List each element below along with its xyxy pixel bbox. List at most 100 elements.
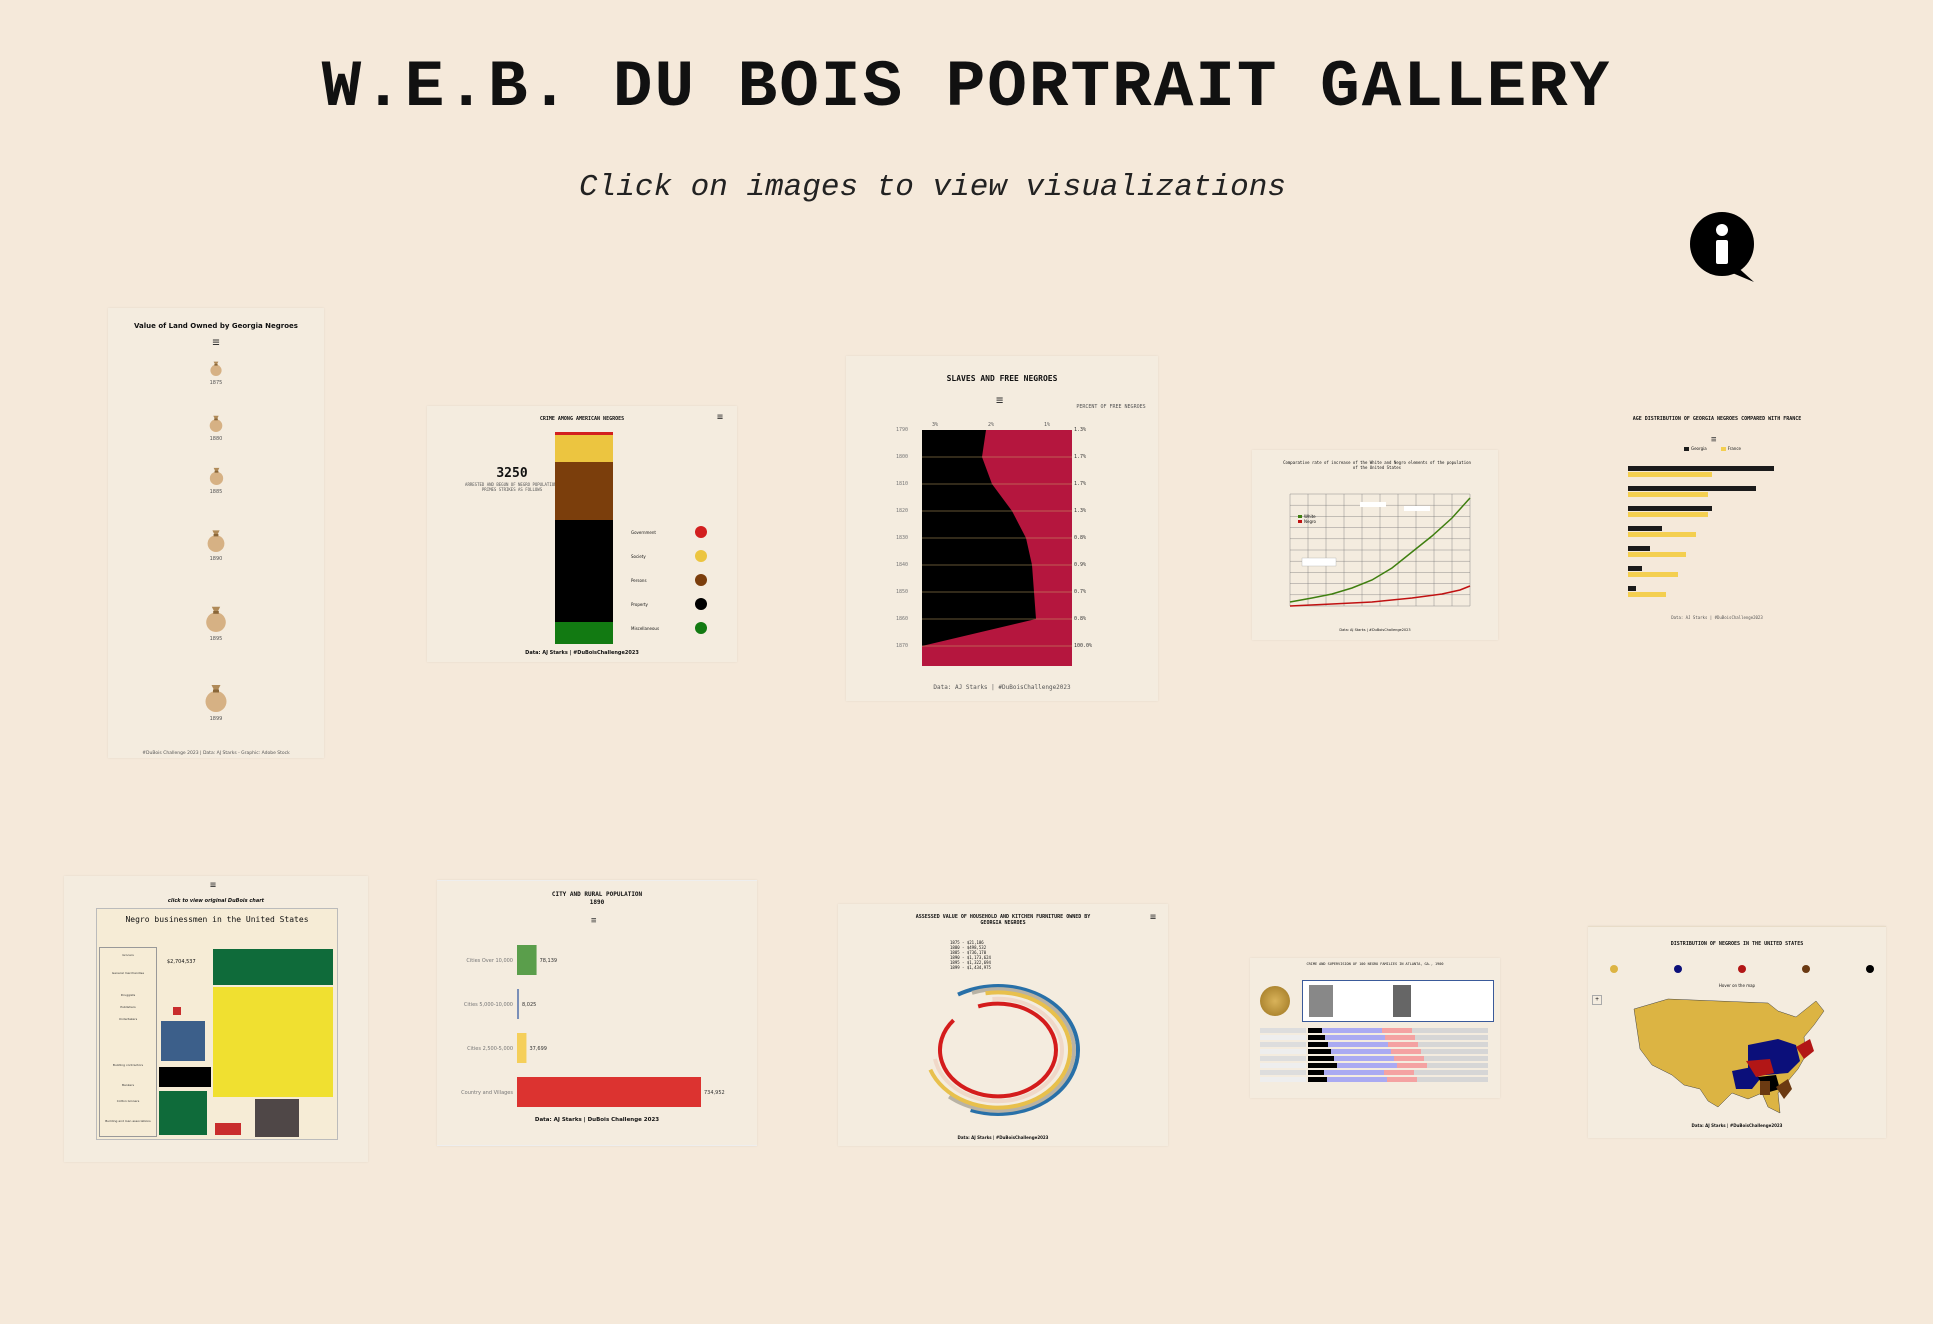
thumb-land-value[interactable]: Value of Land Owned by Georgia Negroes ≡… — [108, 308, 324, 758]
info-speech-bubble-icon[interactable] — [1690, 212, 1758, 284]
legend-label: Property — [631, 602, 648, 607]
year-label: 1790 — [896, 427, 909, 433]
legend-item: France — [1720, 446, 1741, 451]
legend-label: Georgia — [1691, 446, 1707, 451]
legend-item: Government — [631, 526, 721, 550]
block-undertakers — [159, 1067, 211, 1087]
percent-label: 1.3% — [1074, 427, 1087, 433]
bar-georgia — [1628, 546, 1650, 551]
hamburger-menu-icon[interactable]: ≡ — [717, 412, 723, 424]
value-label: 78,139 — [540, 958, 558, 964]
thumb-city-rural[interactable]: CITY AND RURAL POPULATION 1890 ≡ Cities … — [437, 880, 757, 1146]
cell-grey — [1427, 1063, 1488, 1068]
category-label: Bankers — [121, 1083, 135, 1087]
bar-france — [1628, 592, 1666, 597]
hamburger-menu-icon[interactable]: ≡ — [210, 880, 216, 892]
bar-georgia — [1628, 486, 1756, 491]
zoom-in-button[interactable]: + — [1592, 995, 1602, 1005]
bar-georgia — [1628, 466, 1774, 471]
percent-label: 0.7% — [1074, 589, 1087, 595]
percent-label: 0.8% — [1074, 616, 1087, 622]
cell-pink — [1387, 1077, 1417, 1082]
bar — [517, 945, 537, 975]
age-chart — [1628, 466, 1774, 597]
hamburger-menu-icon[interactable]: ≡ — [1150, 912, 1156, 924]
map-region-brown — [1760, 1081, 1770, 1095]
cell-black — [1308, 1042, 1328, 1047]
label-column — [99, 947, 157, 1137]
money-bag-icon — [202, 604, 230, 632]
hamburger-menu-icon[interactable]: ≡ — [591, 915, 596, 927]
legend-dot — [1674, 965, 1682, 973]
bar — [517, 1033, 527, 1063]
bar — [517, 1077, 701, 1107]
annotation-box — [1360, 502, 1386, 507]
bar-france — [1628, 552, 1686, 557]
cell-grey — [1424, 1056, 1488, 1061]
tick-label: 2% — [988, 422, 995, 428]
legend-item: Miscellaneous — [631, 622, 721, 646]
category-label: Druggists — [120, 993, 136, 997]
amount-label: $2,704,537 — [167, 959, 196, 965]
caption: click to view original DuBois chart — [167, 898, 265, 904]
photo-thumb — [1393, 985, 1411, 1017]
spiral-chart — [928, 984, 1080, 1116]
year-labels: 1790 1800 1810 1820 1830 1840 1850 1860 1870 — [896, 427, 922, 666]
legend-dot — [695, 526, 707, 538]
thumb-crime-american[interactable]: CRIME AMONG AMERICAN NEGROES ≡ 3250 ARRE… — [427, 406, 737, 662]
thumb-businessmen[interactable]: ≡ click to view original DuBois chart Ne… — [64, 876, 368, 1162]
year-label: 1800 — [896, 454, 909, 460]
percent-label: 1.7% — [1074, 481, 1087, 487]
legend-swatch — [1298, 515, 1302, 518]
chart-title: Negro businessmen in the United States — [125, 915, 309, 924]
year-label: 1850 — [896, 589, 909, 595]
thumb-title: CRIME AMONG AMERICAN NEGROES — [539, 416, 625, 422]
hamburger-menu-icon[interactable]: ≡ — [996, 394, 1003, 406]
cell-black — [1308, 1070, 1324, 1075]
cell-grey — [1417, 1077, 1488, 1082]
thumb-comparative-rate[interactable]: Comparative rate of increase of the Whit… — [1252, 450, 1498, 640]
hamburger-menu-icon[interactable]: ≡ — [108, 336, 324, 348]
photo-strip — [1302, 980, 1494, 1022]
bar-france — [1628, 572, 1678, 577]
thumb-furniture[interactable]: ASSESSED VALUE OF HOUSEHOLD AND KITCHEN … — [838, 904, 1168, 1146]
cell-black — [1308, 1063, 1337, 1068]
legend: White Negro — [1298, 514, 1316, 524]
us-map — [1633, 998, 1825, 1114]
cell-grey — [1421, 1049, 1488, 1054]
thumb-slaves-free[interactable]: SLAVES AND FREE NEGROES ≡ PERCENT OF FRE… — [846, 356, 1158, 701]
thumb-distribution-map[interactable]: DISTRIBUTION OF NEGROES IN THE UNITED ST… — [1588, 926, 1886, 1138]
legend-dot — [1802, 965, 1810, 973]
thumb-age-distribution[interactable]: AGE DISTRIBUTION OF GEORGIA NEGROES COMP… — [1604, 408, 1830, 630]
legend-item: Negro — [1298, 519, 1316, 524]
bar-segment-society — [555, 435, 613, 462]
thumb-title: ASSESSED VALUE OF HOUSEHOLD AND KITCHEN … — [915, 914, 1091, 926]
row-label-cell — [1260, 1056, 1306, 1061]
hamburger-menu-icon[interactable]: ≡ — [1711, 434, 1716, 446]
legend-swatch — [1298, 520, 1302, 523]
cell-blue — [1324, 1070, 1384, 1075]
thumb-footer: Data: AJ Starks | #DuBoisChallenge2023 — [957, 1135, 1049, 1140]
thumb-title: CRIME AND SUPERVISION OF 100 NEGRO FAMIL… — [1306, 962, 1444, 966]
thumb-title: CITY AND RURAL POPULATION — [551, 891, 643, 898]
thumb-footer: Data: AJ Starks | DuBois Challenge 2023 — [534, 1117, 660, 1123]
legend-dot — [1738, 965, 1746, 973]
cell-pink — [1385, 1035, 1415, 1040]
thumb-footer: Data: AJ Starks | #DuBoisChallenge2023 — [1691, 1123, 1783, 1128]
legend-dot — [1866, 965, 1874, 973]
bar-segment-property — [555, 520, 613, 622]
bar-georgia — [1628, 566, 1642, 571]
crime-number: 3250 — [496, 466, 528, 481]
legend-item: Georgia — [1684, 446, 1707, 451]
row-label-cell — [1260, 1063, 1306, 1068]
cell-grey — [1414, 1070, 1488, 1075]
cell-black — [1308, 1035, 1325, 1040]
thumb-title: AGE DISTRIBUTION OF GEORGIA NEGROES COMP… — [1632, 416, 1802, 422]
category-label: Grocers — [122, 953, 134, 957]
row-label-cell — [1260, 1077, 1306, 1082]
cell-black — [1308, 1056, 1334, 1061]
comparative-chart — [1289, 493, 1471, 607]
legend-label: Miscellaneous — [631, 626, 660, 631]
thumb-crime-atlanta[interactable]: CRIME AND SUPERVISION OF 100 NEGRO FAMIL… — [1250, 958, 1500, 1098]
category-label: Cities Over 10,000 — [466, 958, 513, 964]
